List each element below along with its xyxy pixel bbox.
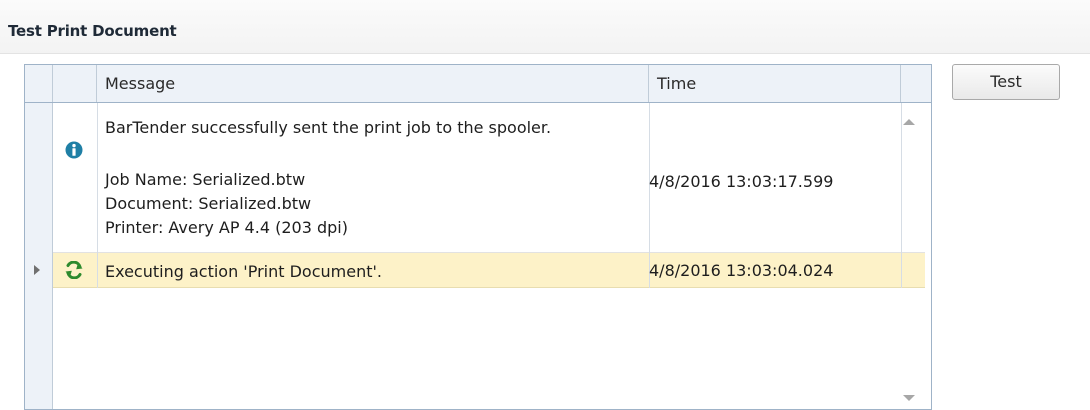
message-grid[interactable]: Message Time BarTender successfully sent… [24,64,932,410]
scroll-down-icon[interactable] [903,395,915,401]
grid-header: Message Time [25,65,931,103]
row-message-line: Printer: Avery AP 4.4 (203 dpi) [105,218,348,237]
icon-column-header[interactable] [53,65,97,102]
row-time: 4/8/2016 13:03:17.599 [649,172,834,191]
row-time: 4/8/2016 13:03:04.024 [649,261,834,280]
row-message-line: Job Name: Serialized.btw [105,170,306,189]
section-header: Test Print Document [0,0,1090,54]
test-button[interactable]: Test [952,64,1060,100]
current-row-indicator-icon [34,265,40,275]
column-divider [97,103,98,288]
row-message-line: BarTender successfully sent the print jo… [105,118,552,137]
column-header-message[interactable]: Message [97,65,649,102]
row-header-column [25,103,53,409]
column-divider [901,103,902,288]
row-message-line: Executing action 'Print Document'. [105,262,382,281]
section-title: Test Print Document [8,22,177,40]
column-header-spacer [901,65,931,102]
info-icon [65,141,83,159]
column-header-time[interactable]: Time [649,65,901,102]
row-message-line: Document: Serialized.btw [105,194,312,213]
row-header-column-header [25,65,53,102]
scroll-up-icon[interactable] [903,119,915,125]
execute-action-icon [65,261,83,279]
